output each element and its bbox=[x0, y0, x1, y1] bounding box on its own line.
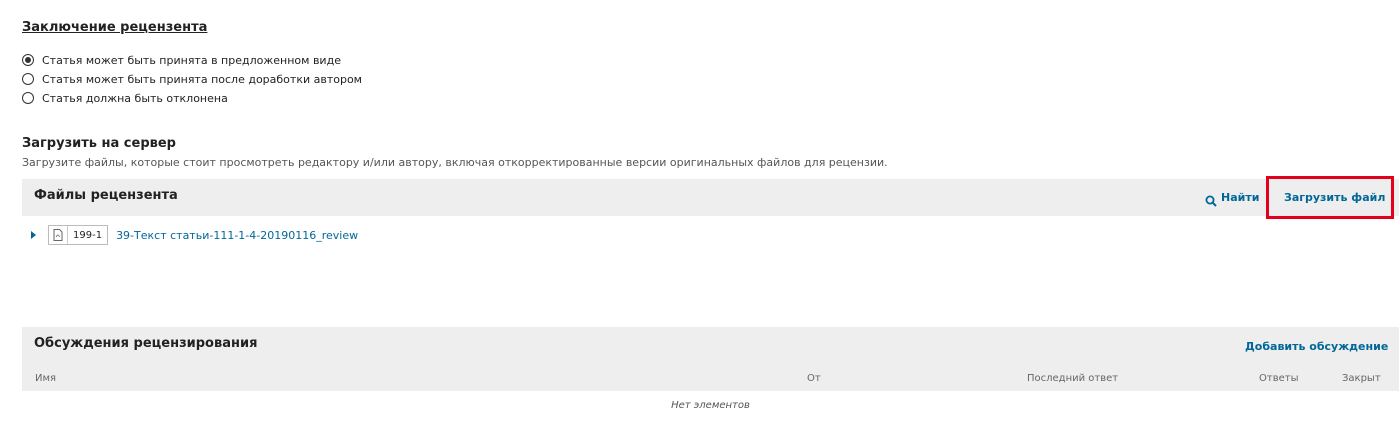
radio-revise[interactable] bbox=[22, 73, 34, 85]
search-icon bbox=[1205, 192, 1217, 207]
search-link[interactable]: Найти bbox=[1205, 191, 1260, 207]
add-discussion-button[interactable]: Добавить обсуждение bbox=[1245, 340, 1388, 353]
file-row[interactable]: 199-1 39-Текст статьи-111-1-4-20190116_r… bbox=[22, 224, 358, 246]
radio-revise-label: Статья может быть принята после доработк… bbox=[42, 72, 362, 86]
expand-arrow-icon[interactable] bbox=[31, 231, 36, 239]
highlight-box bbox=[1266, 176, 1394, 219]
radio-accept[interactable] bbox=[22, 54, 34, 66]
upload-title: Загрузить на сервер bbox=[22, 136, 176, 151]
column-name: Имя bbox=[35, 373, 57, 384]
discussions-panel-title: Обсуждения рецензирования bbox=[34, 336, 258, 351]
radio-reject-label: Статья должна быть отклонена bbox=[42, 91, 228, 105]
radio-option-reject[interactable]: Статья должна быть отклонена bbox=[22, 90, 228, 106]
pdf-file-icon bbox=[49, 226, 68, 244]
file-id: 199-1 bbox=[73, 229, 103, 241]
upload-description: Загрузите файлы, которые стоит просмотре… bbox=[22, 156, 888, 169]
discussions-panel-header: Обсуждения рецензирования Добавить обсуж… bbox=[22, 327, 1399, 391]
radio-reject[interactable] bbox=[22, 92, 34, 104]
column-replies: Ответы bbox=[1259, 373, 1299, 384]
empty-list-text: Нет элементов bbox=[671, 400, 750, 411]
conclusion-title: Заключение рецензента bbox=[22, 20, 208, 35]
file-badge: 199-1 bbox=[48, 225, 109, 245]
files-panel-header: Файлы рецензента Найти Загрузить файл bbox=[22, 179, 1399, 216]
radio-accept-label: Статья может быть принята в предложенном… bbox=[42, 53, 341, 67]
column-from: От bbox=[807, 373, 821, 384]
column-last-reply: Последний ответ bbox=[1027, 373, 1119, 384]
search-label: Найти bbox=[1221, 191, 1260, 204]
files-panel-title: Файлы рецензента bbox=[34, 188, 178, 203]
radio-option-accept[interactable]: Статья может быть принята в предложенном… bbox=[22, 52, 341, 68]
radio-option-revise[interactable]: Статья может быть принята после доработк… bbox=[22, 71, 362, 87]
file-name-link[interactable]: 39-Текст статьи-111-1-4-20190116_review bbox=[116, 229, 358, 242]
column-closed: Закрыт bbox=[1342, 373, 1381, 384]
